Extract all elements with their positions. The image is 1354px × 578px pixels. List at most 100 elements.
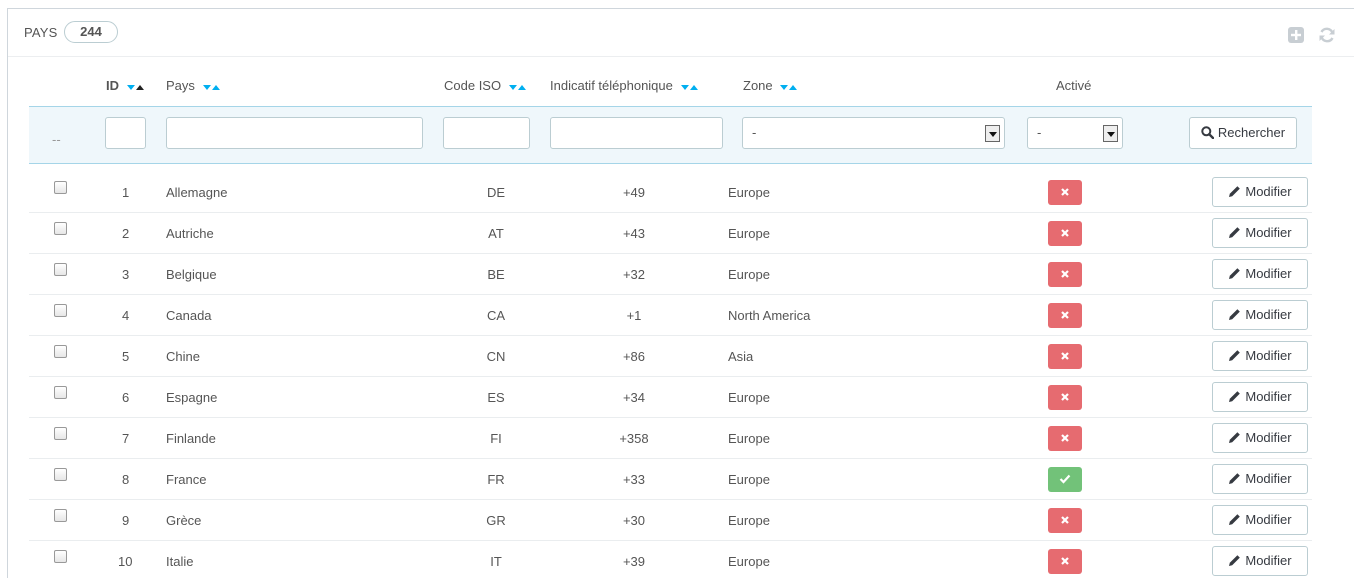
- sort-icon[interactable]: [126, 79, 144, 94]
- edit-button[interactable]: Modifier: [1212, 177, 1308, 207]
- column-header-iso[interactable]: Code ISO: [444, 78, 526, 94]
- row-checkbox[interactable]: [54, 550, 67, 563]
- cell-iso: DE: [486, 185, 506, 200]
- sort-icon[interactable]: [202, 79, 220, 94]
- table-row[interactable]: 2 Autriche AT +43 Europe Modifier: [29, 213, 1312, 254]
- chevron-down-icon[interactable]: [985, 125, 1000, 142]
- edit-button[interactable]: Modifier: [1212, 341, 1308, 371]
- edit-button[interactable]: Modifier: [1212, 218, 1308, 248]
- disabled-x-icon[interactable]: [1048, 303, 1082, 328]
- column-header-country[interactable]: Pays: [166, 78, 220, 94]
- disabled-x-icon[interactable]: [1048, 385, 1082, 410]
- add-icon[interactable]: [1287, 26, 1305, 44]
- disabled-x-icon[interactable]: [1048, 344, 1082, 369]
- cell-zone: Asia: [728, 349, 754, 364]
- cell-country: Allemagne: [166, 185, 228, 200]
- filter-id-input[interactable]: [105, 117, 146, 149]
- table-row[interactable]: 3 Belgique BE +32 Europe Modifier: [29, 254, 1312, 295]
- search-button[interactable]: Rechercher: [1189, 117, 1297, 149]
- cell-id: 10: [118, 554, 133, 569]
- edit-button[interactable]: Modifier: [1212, 464, 1308, 494]
- search-button-label: Rechercher: [1217, 125, 1286, 140]
- cell-phone: +39: [622, 554, 646, 569]
- disabled-x-icon[interactable]: [1048, 549, 1082, 574]
- table-row[interactable]: 8 France FR +33 Europe Modifier: [29, 459, 1312, 500]
- enabled-check-icon[interactable]: [1048, 467, 1082, 492]
- sort-icon[interactable]: [680, 79, 698, 94]
- edit-button[interactable]: Modifier: [1212, 259, 1308, 289]
- table-row[interactable]: 10 Italie IT +39 Europe Modifier: [29, 541, 1312, 578]
- cell-country: Italie: [166, 554, 194, 569]
- cell-phone: +30: [622, 513, 646, 528]
- table-row[interactable]: 4 Canada CA +1 North America Modifier: [29, 295, 1312, 336]
- edit-button[interactable]: Modifier: [1212, 300, 1308, 330]
- column-header-zone[interactable]: Zone: [743, 78, 798, 94]
- cell-iso: CN: [486, 349, 506, 364]
- cell-phone: +34: [622, 390, 646, 405]
- cell-country: Espagne: [166, 390, 218, 405]
- pencil-icon: [1228, 549, 1241, 577]
- row-checkbox[interactable]: [54, 468, 67, 481]
- table-row[interactable]: 9 Grèce GR +30 Europe Modifier: [29, 500, 1312, 541]
- cell-phone: +1: [626, 308, 642, 323]
- edit-button-label: Modifier: [1245, 389, 1292, 404]
- pencil-icon: [1228, 508, 1241, 536]
- edit-button-label: Modifier: [1245, 348, 1292, 363]
- filter-active-select[interactable]: -: [1027, 117, 1123, 149]
- cell-iso: GR: [486, 513, 506, 528]
- cell-id: 6: [122, 390, 130, 405]
- cell-iso: AT: [488, 226, 504, 241]
- edit-button[interactable]: Modifier: [1212, 382, 1308, 412]
- column-header-label: Code ISO: [444, 78, 502, 93]
- row-checkbox[interactable]: [54, 386, 67, 399]
- cell-zone: Europe: [728, 431, 770, 446]
- cell-country: Belgique: [166, 267, 217, 282]
- column-header-phone[interactable]: Indicatif téléphonique: [550, 78, 698, 94]
- disabled-x-icon[interactable]: [1048, 426, 1082, 451]
- table-row[interactable]: 7 Finlande FI +358 Europe Modifier: [29, 418, 1312, 459]
- column-header-label: Indicatif téléphonique: [550, 78, 673, 93]
- column-header-active: Activé: [1056, 78, 1091, 93]
- table-row[interactable]: 5 Chine CN +86 Asia Modifier: [29, 336, 1312, 377]
- table-row[interactable]: 1 Allemagne DE +49 Europe Modifier: [29, 172, 1312, 213]
- filter-country-input[interactable]: [166, 117, 423, 149]
- cell-country: Autriche: [166, 226, 214, 241]
- cell-phone: +358: [619, 431, 649, 446]
- edit-button[interactable]: Modifier: [1212, 546, 1308, 576]
- row-checkbox[interactable]: [54, 304, 67, 317]
- sort-icon[interactable]: [508, 79, 526, 94]
- cell-zone: North America: [728, 308, 811, 323]
- chevron-down-icon[interactable]: [1103, 125, 1118, 142]
- sort-icon[interactable]: [779, 79, 798, 94]
- filter-zone-value: -: [752, 125, 757, 140]
- disabled-x-icon[interactable]: [1048, 508, 1082, 533]
- row-checkbox[interactable]: [54, 222, 67, 235]
- disabled-x-icon[interactable]: [1048, 221, 1082, 246]
- cell-id: 3: [122, 267, 130, 282]
- filter-iso-input[interactable]: [443, 117, 530, 149]
- cell-country: Grèce: [166, 513, 202, 528]
- cell-phone: +43: [622, 226, 646, 241]
- cell-iso: FI: [490, 431, 502, 446]
- row-checkbox[interactable]: [54, 181, 67, 194]
- row-checkbox[interactable]: [54, 345, 67, 358]
- edit-button[interactable]: Modifier: [1212, 423, 1308, 453]
- refresh-icon[interactable]: [1318, 26, 1336, 44]
- row-checkbox[interactable]: [54, 427, 67, 440]
- filter-active-value: -: [1037, 125, 1042, 140]
- pencil-icon: [1228, 467, 1241, 495]
- column-header-id[interactable]: ID: [106, 78, 144, 94]
- count-badge: 244: [64, 21, 118, 43]
- row-checkbox[interactable]: [54, 263, 67, 276]
- disabled-x-icon[interactable]: [1048, 180, 1082, 205]
- filter-zone-select[interactable]: -: [742, 117, 1005, 149]
- edit-button-label: Modifier: [1245, 184, 1292, 199]
- disabled-x-icon[interactable]: [1048, 262, 1082, 287]
- edit-button[interactable]: Modifier: [1212, 505, 1308, 535]
- cell-country: Finlande: [166, 431, 216, 446]
- table-row[interactable]: 6 Espagne ES +34 Europe Modifier: [29, 377, 1312, 418]
- edit-button-label: Modifier: [1245, 225, 1292, 240]
- filter-phone-input[interactable]: [550, 117, 723, 149]
- row-checkbox[interactable]: [54, 509, 67, 522]
- cell-iso: CA: [486, 308, 506, 323]
